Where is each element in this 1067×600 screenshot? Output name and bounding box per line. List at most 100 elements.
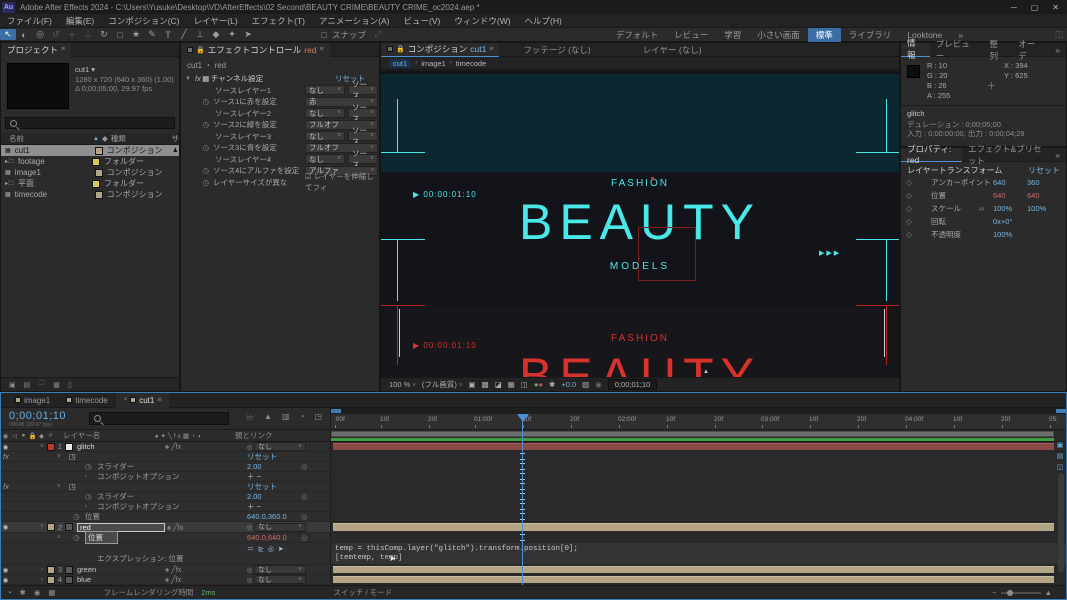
composition-mini-flowchart-icon[interactable]: 🗠 bbox=[246, 412, 254, 426]
menu-animation[interactable]: アニメーション(A) bbox=[312, 15, 397, 27]
composite-add-remove[interactable]: ＋ − bbox=[247, 501, 261, 512]
navigator-start-handle[interactable] bbox=[331, 409, 341, 413]
stopwatch-icon[interactable]: ◷ bbox=[181, 166, 209, 175]
expander-icon[interactable]: ˅ bbox=[57, 484, 61, 490]
footer-trash-icon[interactable]: ▯ bbox=[68, 381, 72, 389]
position-y-value[interactable]: 640 bbox=[1027, 191, 1040, 200]
anchor-x-value[interactable]: 640 bbox=[993, 178, 1027, 187]
project-row-heimen[interactable]: ▸🗀平面 フォルダー bbox=[1, 178, 179, 189]
close-button[interactable]: ✕ bbox=[1052, 3, 1059, 12]
comp-nav-timecode[interactable]: timecode bbox=[456, 59, 486, 68]
effect-group-label[interactable]: ◳ bbox=[69, 482, 76, 491]
minimize-button[interactable]: ─ bbox=[1011, 3, 1017, 12]
parent-pickwhip-icon[interactable]: ◎ bbox=[245, 566, 254, 574]
parent-link-column[interactable]: 親とリンク bbox=[235, 430, 273, 441]
star-shape-tool-icon[interactable]: ★ bbox=[128, 29, 144, 40]
comp-nav-image1[interactable]: image1 bbox=[421, 59, 446, 68]
expression-toggle-icons[interactable]: ＝ ⊵ ◎ ➤ bbox=[247, 544, 285, 554]
parent-pickwhip-icon[interactable]: ◎ bbox=[245, 576, 254, 584]
label-swatch[interactable] bbox=[92, 180, 100, 188]
slider-value[interactable]: 2.00 bbox=[247, 462, 262, 471]
layer-label-swatch[interactable] bbox=[47, 566, 55, 574]
current-time-field[interactable]: 0;00;01;10 bbox=[608, 379, 657, 390]
position-x-value[interactable]: 640 bbox=[993, 191, 1027, 200]
composition-tab[interactable]: 🔒 コンポジション cut1 ≡ bbox=[381, 43, 499, 57]
opacity-value[interactable]: 100% bbox=[993, 230, 1012, 239]
layer-switches[interactable]: ♠ ╱fx bbox=[165, 523, 245, 532]
more-tabs-icon[interactable]: » bbox=[1049, 43, 1066, 57]
workspace-review[interactable]: レビュー bbox=[666, 28, 716, 42]
preview-tab[interactable]: プレビュー bbox=[930, 43, 984, 57]
layer-label-swatch[interactable] bbox=[47, 576, 55, 584]
stopwatch-icon[interactable]: ◷ bbox=[73, 512, 80, 521]
layer-name-green[interactable]: green bbox=[73, 565, 165, 574]
stopwatch-icon[interactable]: ◷ bbox=[181, 178, 209, 187]
stopwatch-icon[interactable]: ◷ bbox=[85, 462, 92, 471]
lock-icon[interactable]: 🔒 bbox=[396, 45, 405, 53]
current-time-display[interactable]: 0;00;01;10 bbox=[9, 410, 66, 422]
layer-name-column[interactable]: レイヤー名 bbox=[55, 430, 155, 441]
workspace-libraries[interactable]: ライブラリ bbox=[841, 28, 900, 42]
project-item-name[interactable]: cut1 ▾ bbox=[75, 65, 95, 74]
timeline-tab-image1[interactable]: image1 bbox=[7, 393, 58, 408]
maximize-button[interactable]: ▢ bbox=[1031, 3, 1039, 12]
expression-editor[interactable]: temp = thisComp.layer("glitch").transfor… bbox=[335, 545, 578, 563]
slider-value[interactable]: 2.00 bbox=[247, 492, 262, 501]
show-snapshot-icon[interactable]: ◉ bbox=[595, 380, 602, 389]
include-in-graph-icon[interactable]: ◎ bbox=[301, 533, 308, 542]
link-scale-icon[interactable]: ∞ bbox=[979, 204, 993, 213]
keyframe-diamond-icon[interactable]: ◇ bbox=[901, 178, 917, 187]
keyframe-diamond-icon[interactable]: ◇ bbox=[901, 204, 917, 213]
layer-switches[interactable]: ♠ ╱fx bbox=[165, 565, 245, 574]
snapshot-camera-icon[interactable]: ▧ bbox=[582, 380, 589, 389]
position-label[interactable]: 位置 bbox=[85, 511, 100, 522]
menu-file[interactable]: ファイル(F) bbox=[0, 15, 59, 27]
rotation-value[interactable]: 0x+0° bbox=[993, 217, 1012, 226]
effect-controls-tab[interactable]: 🔒 エフェクトコントロール red ≡ bbox=[181, 43, 330, 57]
keyframe-diamond-icon[interactable]: ◇ bbox=[901, 191, 917, 200]
timeline-zoom-slider[interactable]: −▲ bbox=[992, 588, 1052, 597]
stretch-checkbox[interactable]: ☑ レイヤーを伸縮してフィ bbox=[305, 171, 379, 193]
composite-options-label[interactable]: コンポジットオプション bbox=[97, 471, 180, 482]
roto-brush-tool-icon[interactable]: ✦ bbox=[224, 29, 240, 40]
rotation-tool-icon[interactable]: ↻ bbox=[96, 29, 112, 40]
draft3d-icon[interactable]: ▲ bbox=[264, 412, 272, 426]
eye-icon[interactable]: ◉ bbox=[1, 566, 10, 574]
guides-icon[interactable]: ▦ bbox=[508, 380, 515, 389]
eye-icon[interactable]: ◉ bbox=[1, 523, 10, 531]
panel-menu-icon[interactable]: ≡ bbox=[489, 46, 493, 53]
selection-tool-icon[interactable]: ↖ bbox=[0, 29, 16, 40]
layer-tab[interactable]: レイヤー (なし) bbox=[637, 43, 708, 57]
eye-icon[interactable]: ◉ bbox=[1, 576, 10, 584]
include-in-graph-icon[interactable]: ◎ bbox=[301, 462, 308, 471]
include-in-graph-icon[interactable]: ◎ bbox=[301, 512, 308, 521]
stopwatch-icon[interactable]: ◷ bbox=[181, 120, 209, 129]
parent-dropdown[interactable]: なし˅ bbox=[254, 442, 306, 451]
stopwatch-icon[interactable]: ◷ bbox=[181, 97, 209, 106]
preview-eye-icon[interactable]: ◉ bbox=[34, 588, 41, 597]
panel-menu-icon[interactable]: ≡ bbox=[320, 46, 324, 53]
stopwatch-icon[interactable]: ◷ bbox=[85, 492, 92, 501]
layer-label-swatch[interactable] bbox=[47, 523, 55, 531]
label-swatch[interactable] bbox=[95, 169, 103, 177]
expression-label[interactable]: エクスプレッション: 位置 bbox=[97, 553, 183, 564]
source3-source-dropdown[interactable]: ソース˅ bbox=[348, 131, 378, 141]
menu-effect[interactable]: エフェクト(T) bbox=[245, 15, 312, 27]
menu-layer[interactable]: レイヤー(L) bbox=[187, 15, 245, 27]
transform-section-label[interactable]: レイヤートランスフォーム bbox=[907, 165, 1002, 176]
expander-icon[interactable]: › bbox=[37, 577, 47, 583]
work-area-bar[interactable] bbox=[331, 431, 1054, 437]
orbit-tool-icon[interactable]: ↺ bbox=[48, 29, 64, 40]
workspace-default[interactable]: デフォルト bbox=[608, 28, 667, 42]
rulers-icon[interactable]: ◫ bbox=[521, 380, 528, 389]
render-indicator-icon[interactable]: ◔ bbox=[7, 588, 12, 597]
stopwatch-icon[interactable]: ◷ bbox=[181, 143, 209, 152]
layer-bar-glitch[interactable] bbox=[333, 443, 1054, 450]
scale-y-value[interactable]: 100% bbox=[1027, 204, 1046, 213]
footer-interpret-icon[interactable]: ▣ bbox=[9, 381, 16, 389]
effects-presets-tab[interactable]: エフェクト&プリセット bbox=[962, 148, 1049, 162]
footer-new-folder-icon[interactable]: 🗀 bbox=[38, 379, 45, 390]
expand-icon[interactable]: ⤢ bbox=[370, 29, 386, 40]
vertical-scrollbar[interactable] bbox=[1058, 473, 1064, 573]
source-layer2-dropdown[interactable]: なし˅ bbox=[305, 108, 345, 118]
